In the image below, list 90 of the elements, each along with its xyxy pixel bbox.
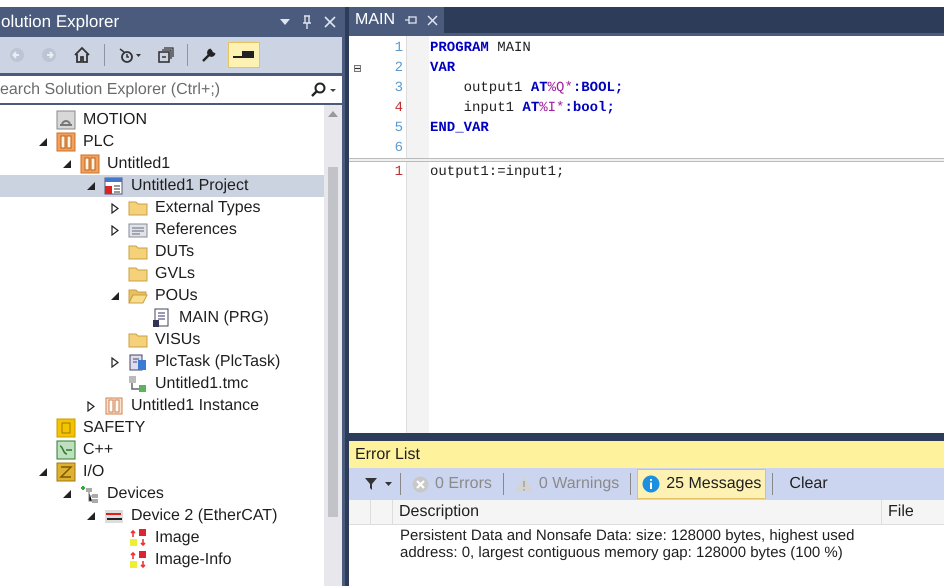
dropdown-icon[interactable] bbox=[280, 19, 290, 25]
expanded-arrow-icon[interactable] bbox=[111, 292, 119, 300]
expanded-arrow-icon[interactable] bbox=[87, 182, 95, 190]
tree-item[interactable]: PLC bbox=[0, 131, 324, 153]
back-icon bbox=[9, 47, 25, 63]
code-line: output1 AT%Q*:BOOL; bbox=[462, 78, 624, 98]
expanded-arrow-icon[interactable] bbox=[63, 160, 71, 168]
line-number: 4 bbox=[394, 98, 403, 118]
close-icon[interactable] bbox=[324, 16, 336, 28]
expanded-arrow-icon[interactable] bbox=[63, 490, 71, 498]
tree-item[interactable]: Untitled1.tmc bbox=[0, 373, 324, 395]
expanded-arrow-icon[interactable] bbox=[87, 512, 95, 520]
tree-item[interactable]: DUTs bbox=[0, 241, 324, 263]
tmc-icon bbox=[128, 374, 148, 394]
line-number: 3 bbox=[394, 78, 403, 98]
collapsed-arrow-icon[interactable] bbox=[111, 202, 119, 214]
tree-item[interactable]: Image-Info bbox=[0, 549, 324, 571]
filter-icon bbox=[365, 478, 377, 490]
expanded-arrow-icon[interactable] bbox=[39, 468, 47, 476]
tree-item[interactable]: Devices bbox=[0, 483, 324, 505]
project-icon bbox=[104, 176, 124, 196]
io-icon bbox=[56, 462, 76, 482]
filter-button[interactable] bbox=[363, 478, 394, 490]
fold-icon[interactable] bbox=[354, 64, 360, 72]
wrench-icon bbox=[201, 47, 217, 63]
line-number: 5 bbox=[394, 118, 403, 138]
filter-toggle[interactable]: 25 Messages bbox=[637, 469, 766, 499]
expanded-arrow-icon[interactable] bbox=[39, 138, 47, 146]
scrollbar[interactable] bbox=[324, 105, 342, 586]
tree-item[interactable]: Untitled1 bbox=[0, 153, 324, 175]
dropdown-icon bbox=[385, 482, 392, 486]
panel-title: Error List bbox=[355, 444, 420, 464]
code-line: input1 AT%I*:bool; bbox=[462, 98, 615, 118]
code-line: output1:=input1; bbox=[429, 162, 564, 182]
tree-item[interactable]: Untitled1 Project bbox=[0, 175, 324, 197]
tree-item[interactable]: GVLs bbox=[0, 263, 324, 285]
search-icon[interactable] bbox=[310, 82, 336, 98]
pin-icon bbox=[233, 50, 255, 60]
safety-icon bbox=[56, 418, 76, 438]
line-number: 1 bbox=[394, 162, 403, 182]
clear-button[interactable]: Clear bbox=[779, 472, 838, 496]
collapsed-arrow-icon[interactable] bbox=[111, 224, 119, 236]
tree-item[interactable]: VISUs bbox=[0, 329, 324, 351]
tree-item[interactable]: Untitled1 Instance bbox=[0, 395, 324, 417]
search-field[interactable]: earch Solution Explorer (Ctrl+;) bbox=[0, 76, 342, 103]
collapsed-arrow-icon[interactable] bbox=[87, 400, 95, 412]
home-icon bbox=[73, 46, 91, 64]
column-header[interactable]: Description bbox=[393, 500, 882, 524]
panel-title: olution Explorer bbox=[1, 11, 120, 34]
line-number: 1 bbox=[394, 38, 403, 58]
close-icon[interactable] bbox=[427, 14, 438, 26]
chip-icon bbox=[104, 396, 124, 416]
editor-tab[interactable]: MAIN bbox=[349, 7, 444, 33]
code-editor[interactable]: 1 PROGRAM MAIN 2 VAR 3 output1 AT%Q*:BOOL; 4 input1 AT%I*:bool; 5 END_VAR 6 1 output1:=input1; bbox=[349, 33, 944, 433]
tree-item[interactable]: Device 2 (EtherCAT) bbox=[0, 505, 324, 527]
tree-item[interactable]: POUs bbox=[0, 285, 324, 307]
code-line: END_VAR bbox=[429, 118, 489, 138]
tree-item[interactable]: External Types bbox=[0, 197, 324, 219]
code-line: VAR bbox=[429, 58, 456, 78]
tree-item[interactable]: SAFETY bbox=[0, 417, 324, 439]
line-number: 6 bbox=[394, 138, 403, 158]
column-header[interactable]: File bbox=[882, 500, 944, 524]
tree-item[interactable]: MOTION bbox=[0, 109, 324, 131]
cpp-icon bbox=[56, 440, 76, 460]
line-number: 2 bbox=[394, 58, 403, 78]
tree-item[interactable]: Image bbox=[0, 527, 324, 549]
tree-item[interactable]: References bbox=[0, 219, 324, 241]
tree-item[interactable]: PlcTask (PlcTask) bbox=[0, 351, 324, 373]
chip-icon bbox=[80, 154, 100, 174]
tree-item[interactable]: C++ bbox=[0, 439, 324, 461]
tree-item[interactable]: I/O bbox=[0, 461, 324, 483]
pin-icon[interactable] bbox=[405, 15, 417, 25]
collapse-all-icon bbox=[158, 47, 174, 63]
pin-icon[interactable] bbox=[302, 15, 312, 29]
warning-icon bbox=[514, 476, 533, 492]
image-mapping-icon bbox=[128, 528, 148, 548]
gear-icon bbox=[56, 110, 76, 130]
image-mapping-icon bbox=[128, 550, 148, 570]
info-icon bbox=[642, 475, 660, 493]
toolbar-button[interactable] bbox=[228, 42, 260, 68]
error-icon bbox=[412, 476, 429, 492]
collapsed-arrow-icon[interactable] bbox=[111, 356, 119, 368]
chip-icon bbox=[56, 132, 76, 152]
message-description: Persistent Data and Nonsafe Data: size: 128000 bytes, highest used address: 0, largest contiguous memory gap: 128000 bytes (100 %) bbox=[399, 526, 856, 561]
device-tree-icon bbox=[80, 484, 100, 504]
code-line: PROGRAM MAIN bbox=[429, 38, 531, 58]
clock-icon bbox=[118, 47, 142, 63]
task-icon bbox=[128, 352, 148, 372]
forward-icon bbox=[41, 47, 57, 63]
tree-item[interactable]: MAIN (PRG) bbox=[0, 307, 324, 329]
